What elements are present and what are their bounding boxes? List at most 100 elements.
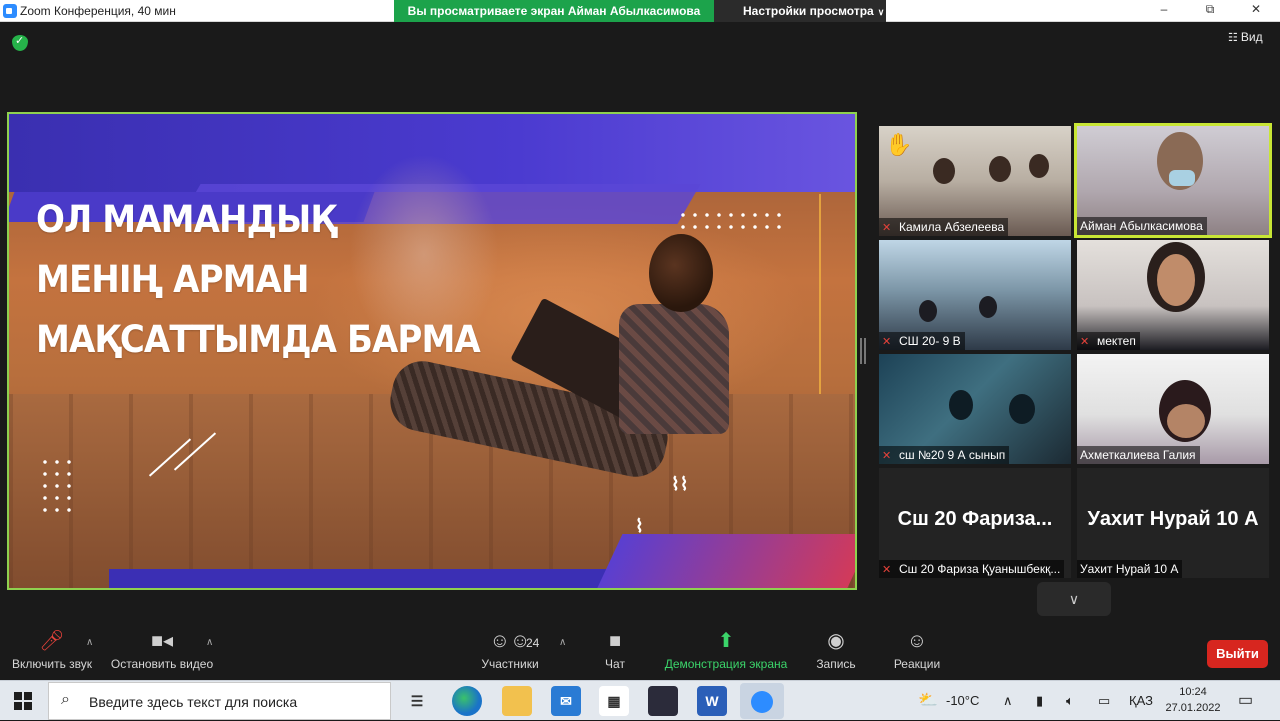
stop-video-label: Остановить видео — [110, 657, 214, 671]
participant-name-label: ✕ мектеп — [1077, 332, 1140, 350]
participant-name-label: Уахит Нурай 10 А — [1077, 560, 1183, 578]
participant-tile[interactable]: Ахметкалиева Галия — [1077, 354, 1269, 464]
participant-tile[interactable]: ✕ сш №20 9 А сынып — [879, 354, 1071, 464]
search-icon: ⌕ — [61, 691, 70, 708]
meeting-toolbar: 🎤︎ Включить звук ∧ ■◂ Остановить видео ∧… — [0, 625, 1280, 680]
mic-muted-icon: ✕ — [882, 450, 892, 462]
share-screen-button[interactable]: ⬆︎ Демонстрация экрана — [660, 625, 792, 671]
smiley-plus-icon: ☺ — [906, 630, 928, 652]
video-camera-icon: ■◂ — [150, 630, 174, 652]
participant-display-name: Сш 20 Фариза... — [897, 508, 1053, 530]
slide-dots-left — [39, 456, 75, 516]
record-icon: ◉ — [827, 630, 845, 652]
chevron-down-icon: ∨ — [877, 7, 885, 17]
participant-name-label: Айман Абылкасимова — [1077, 217, 1207, 235]
weather-icon[interactable]: ⛅ — [918, 681, 938, 721]
zoom-taskbar-icon[interactable] — [740, 683, 784, 719]
shared-screen: ⌇⌇ ⌇ ОЛ МАМАНДЫҚ МЕНІҢ АРМАН МАҚСАТТЫМДА… — [7, 112, 857, 590]
participant-name: СШ 20- 9 В — [899, 334, 961, 348]
screen-share-banner: Вы просматриваете экран Айман Абылкасимо… — [394, 0, 714, 22]
slide-zigzag: ⌇ — [635, 516, 644, 536]
view-layout-button[interactable]: ☷ Вид — [1228, 30, 1263, 44]
slide-title-line-2: МЕНІҢ АРМАН — [36, 258, 309, 301]
participant-name-label: ✕ Сш 20 Фариза Қуанышбекқ... — [879, 560, 1065, 578]
participant-tile-no-video[interactable]: Сш 20 Фариза... ✕ Сш 20 Фариза Қуанышбекқ… — [879, 468, 1071, 578]
chat-button[interactable]: ■ Чат — [598, 625, 632, 671]
participant-tile-active-speaker[interactable]: Айман Абылкасимова — [1074, 123, 1272, 238]
reactions-button[interactable]: ☺ Реакции — [890, 625, 944, 671]
participants-count: 24 — [526, 636, 540, 650]
view-settings-button[interactable]: Настройки просмотра ∨ — [714, 0, 886, 22]
gallery-next-page-button[interactable]: ∨ — [1037, 582, 1111, 616]
chevron-down-icon: ∨ — [1068, 591, 1080, 607]
reactions-label: Реакции — [893, 657, 941, 671]
view-settings-label: Настройки просмотра — [743, 4, 874, 18]
grid-icon: ☷ — [1228, 32, 1238, 44]
taskbar-clock[interactable]: 10:24 27.01.2022 — [1160, 684, 1226, 716]
slide-title-line-3: МАҚСАТТЫМДА БАРМА — [36, 318, 481, 361]
restore-button[interactable]: ⧉ — [1190, 2, 1230, 20]
window-titlebar: Zoom Конференция, 40 мин Вы просматривае… — [0, 0, 1280, 22]
mic-muted-icon: ✕ — [882, 564, 892, 576]
speaker-icon[interactable]: 🔈︎ — [1066, 681, 1074, 721]
window-title: Zoom Конференция, 40 мин — [20, 4, 176, 18]
participant-name: Сш 20 Фариза Қуанышбекқ... — [899, 562, 1061, 576]
slide-zigzag: ⌇⌇ — [671, 474, 689, 494]
notifications-icon[interactable]: ▭ — [1238, 681, 1253, 721]
slide-dots-top — [677, 209, 787, 233]
edge-browser-icon[interactable] — [452, 686, 482, 716]
chat-label: Чат — [605, 657, 625, 671]
participant-name-label: ✕ Камила Абзелеева — [879, 218, 1009, 236]
microphone-muted-icon: 🎤︎ — [39, 630, 65, 652]
microphone-tray-icon[interactable]: ▮ — [1036, 681, 1043, 721]
participant-tile[interactable]: ✕ СШ 20- 9 В — [879, 240, 1071, 350]
stop-video-button[interactable]: ■◂ Остановить видео — [108, 625, 216, 671]
leave-meeting-button[interactable]: Выйти — [1207, 640, 1268, 668]
slide-title-line-1: ОЛ МАМАНДЫҚ — [36, 198, 337, 241]
input-language[interactable]: ҚАЗ — [1129, 681, 1153, 721]
slide-person-illustration — [384, 234, 749, 504]
app-icon[interactable] — [648, 686, 678, 716]
encryption-shield-icon[interactable] — [12, 34, 28, 51]
record-button[interactable]: ◉ Запись — [814, 625, 858, 671]
participant-name-label: ✕ сш №20 9 А сынып — [879, 446, 1010, 464]
close-window-button[interactable]: ✕ — [1236, 2, 1276, 20]
participant-name-label: Ахметкалиева Галия — [1077, 446, 1200, 464]
clock-date: 27.01.2022 — [1165, 702, 1221, 714]
share-screen-label: Демонстрация экрана — [664, 657, 788, 671]
share-screen-icon: ⬆︎ — [717, 630, 735, 652]
participant-tile-no-video[interactable]: Уахит Нурай 10 А Уахит Нурай 10 А — [1077, 468, 1269, 578]
microsoft-store-icon[interactable]: ▦ — [599, 686, 629, 716]
weather-temperature[interactable]: -10°C — [946, 681, 979, 721]
taskbar-search-box[interactable]: ⌕ Введите здесь текст для поиска — [48, 682, 391, 720]
mic-muted-icon: ✕ — [882, 222, 892, 234]
participant-name: мектеп — [1097, 334, 1136, 348]
video-options-caret[interactable]: ∧ — [206, 637, 213, 648]
participant-display-name: Уахит Нурай 10 А — [1087, 508, 1259, 530]
participant-tile[interactable]: ✕ мектеп — [1077, 240, 1269, 350]
task-view-icon[interactable]: ☰ — [402, 686, 432, 716]
view-label: Вид — [1240, 30, 1263, 44]
windows-taskbar: ⌕ Введите здесь текст для поиска ☰ ✉ ▦ W… — [0, 680, 1280, 720]
participants-options-caret[interactable]: ∧ — [559, 637, 566, 648]
clock-time: 10:24 — [1179, 686, 1207, 698]
slide-band-bottom-accent — [595, 534, 855, 588]
zoom-app-icon — [3, 4, 17, 18]
participant-name-label: ✕ СШ 20- 9 В — [879, 332, 965, 350]
slide-vertical-line — [819, 194, 821, 394]
raised-hand-icon: ✋ — [885, 132, 913, 157]
word-icon[interactable]: W — [697, 686, 727, 716]
chat-bubble-icon: ■ — [608, 630, 622, 652]
mail-icon[interactable]: ✉ — [551, 686, 581, 716]
participant-name: сш №20 9 А сынып — [899, 448, 1006, 462]
windows-start-button[interactable] — [14, 692, 32, 710]
file-explorer-icon[interactable] — [502, 686, 532, 716]
minimize-button[interactable]: – — [1144, 2, 1184, 20]
unmute-button[interactable]: 🎤︎ Включить звук — [8, 625, 96, 671]
participant-tile[interactable]: ✋ ✕ Камила Абзелеева — [879, 126, 1071, 236]
network-icon[interactable]: ▭ — [1098, 681, 1110, 721]
split-resize-handle[interactable] — [860, 338, 866, 364]
slide-band-bottom — [109, 569, 629, 588]
tray-overflow-icon[interactable]: ∧ — [1003, 681, 1013, 721]
audio-options-caret[interactable]: ∧ — [86, 637, 93, 648]
